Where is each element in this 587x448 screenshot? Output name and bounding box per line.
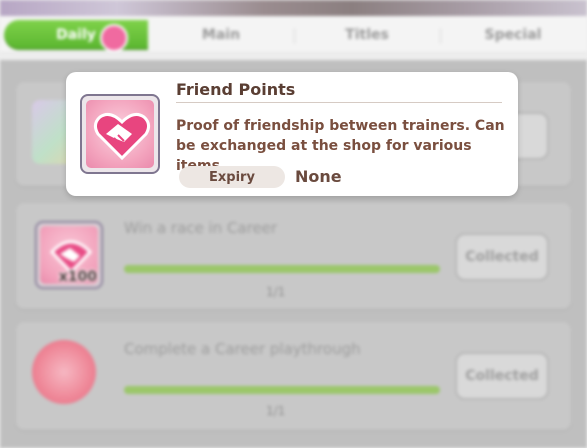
progress-count: 1/1 <box>266 285 286 299</box>
reward-item-slot[interactable]: x100 <box>35 221 103 289</box>
tab-special[interactable]: Special <box>440 20 586 50</box>
header-artwork <box>0 0 587 16</box>
expiry-label: Expiry <box>179 166 285 188</box>
collected-button[interactable]: Collected <box>455 233 549 281</box>
progress-count: 1/1 <box>266 404 286 418</box>
tab-titles[interactable]: Titles <box>294 20 440 50</box>
mission-tab-bar: Daily Main Titles Special <box>0 16 587 53</box>
collected-button[interactable]: Collected <box>455 352 549 400</box>
mission-card: x100 Win a race in Career 1/1 Collected <box>16 203 571 309</box>
item-icon-frame <box>80 94 160 174</box>
mission-title: Complete a Career playthrough <box>124 340 361 358</box>
mission-title: Win a race in Career <box>124 219 278 237</box>
pink-emblem-icon <box>32 340 96 404</box>
title-divider <box>176 102 502 103</box>
background-screen: Daily Main Titles Special x100 Win a rac… <box>0 0 587 448</box>
item-detail-popup: Friend Points Proof of friendship betwee… <box>66 72 518 196</box>
tab-main[interactable]: Main <box>148 20 294 50</box>
handshake-heart-icon <box>93 112 151 161</box>
notification-badge <box>100 24 128 52</box>
mission-card: Complete a Career playthrough 1/1 Collec… <box>16 322 571 430</box>
progress-bar <box>124 386 440 394</box>
progress-bar <box>124 265 440 273</box>
item-name: Friend Points <box>176 80 296 99</box>
friend-points-handshake-icon <box>86 100 154 168</box>
reward-quantity: x100 <box>58 269 97 285</box>
expiry-value: None <box>295 167 342 186</box>
